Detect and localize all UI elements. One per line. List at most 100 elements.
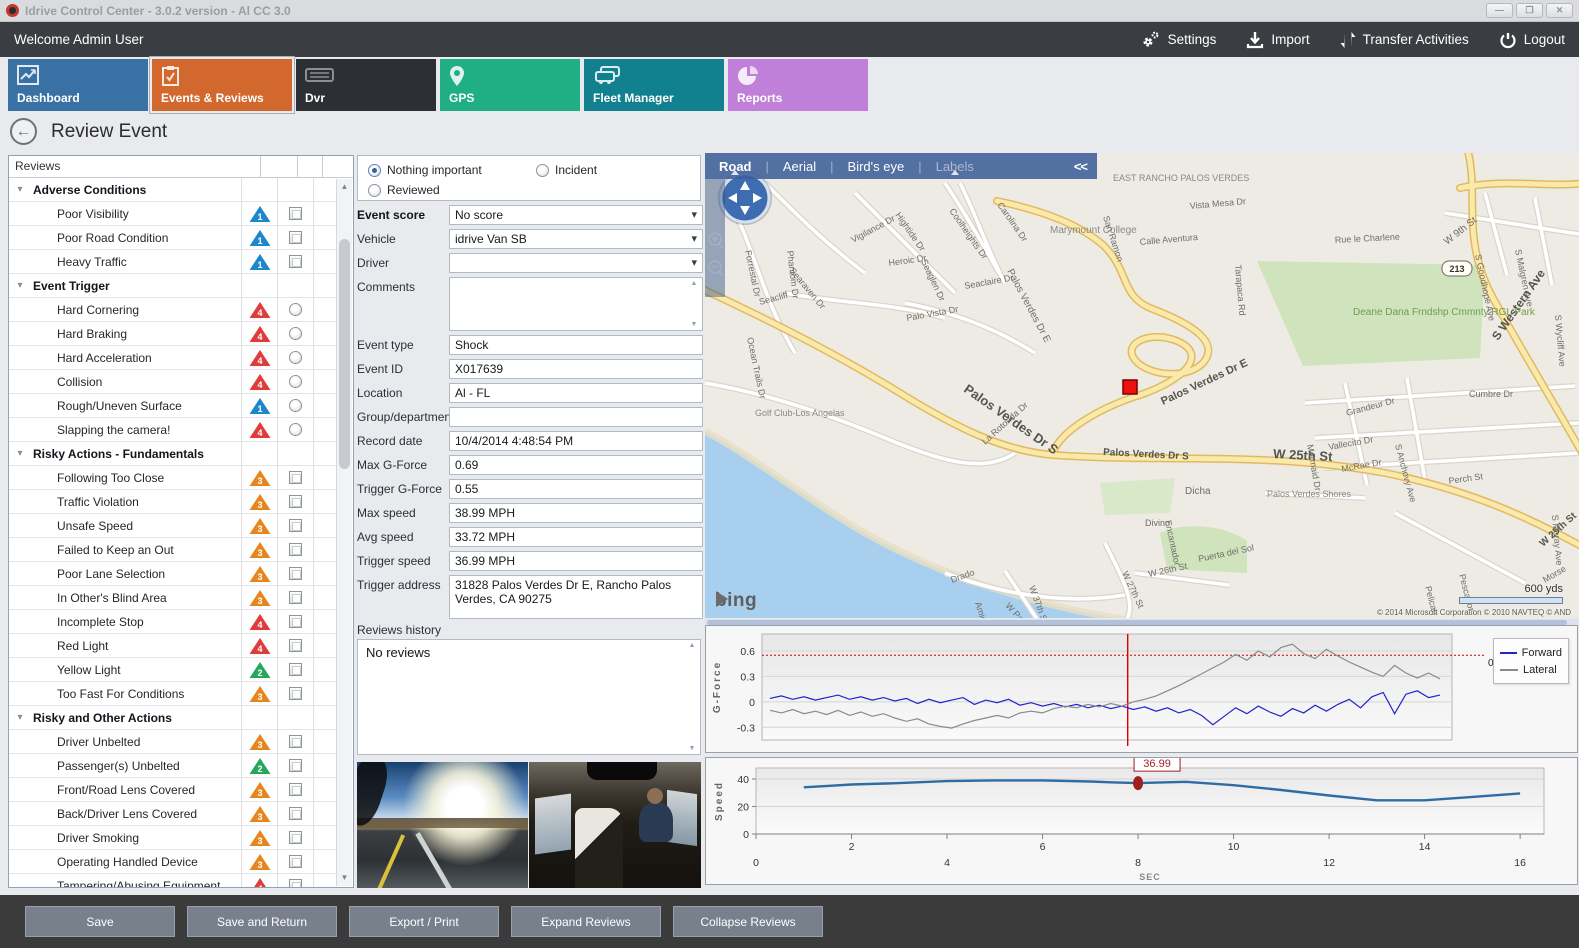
- event-score-field[interactable]: No score: [449, 205, 703, 225]
- item-checkbox[interactable]: [289, 591, 302, 604]
- item-checkbox[interactable]: [289, 543, 302, 556]
- collapse-arrow-icon[interactable]: ▾: [9, 184, 31, 195]
- map-collapse-button[interactable]: <<: [1064, 159, 1097, 174]
- tree-section-risky-actions-fundamentals[interactable]: ▾Risky Actions - Fundamentals: [9, 442, 337, 466]
- tab-reports[interactable]: Reports: [728, 59, 868, 111]
- bing-map[interactable]: EAST RANCHO PALOS VERDESMarymount Colleg…: [705, 153, 1579, 618]
- close-button[interactable]: ✕: [1546, 3, 1573, 18]
- form-row-avg-speed: Avg speed33.72 MPH: [357, 527, 703, 547]
- scroll-down-icon[interactable]: ▼: [337, 870, 352, 886]
- driver-field[interactable]: [449, 253, 703, 273]
- transfer-activities-button[interactable]: Transfer Activities: [1340, 31, 1469, 49]
- tab-dashboard[interactable]: Dashboard: [8, 59, 148, 111]
- tree-section-event-trigger[interactable]: ▾Event Trigger: [9, 274, 337, 298]
- item-radio[interactable]: [289, 303, 302, 316]
- comments-field[interactable]: ▲▼: [449, 277, 703, 331]
- back-button[interactable]: ←: [10, 118, 37, 145]
- item-checkbox[interactable]: [289, 231, 302, 244]
- svg-text:Speed: Speed: [714, 781, 725, 821]
- item-checkbox[interactable]: [289, 807, 302, 820]
- reviews-panel-header: Reviews: [9, 156, 353, 178]
- tab-events-reviews[interactable]: Events & Reviews: [152, 59, 292, 111]
- status-radio-reviewed[interactable]: Reviewed: [368, 183, 440, 197]
- maximize-button[interactable]: ❐: [1516, 3, 1543, 18]
- svg-text:1: 1: [257, 260, 262, 270]
- status-radio-incident[interactable]: Incident: [536, 163, 597, 177]
- camera-front-image[interactable]: [357, 762, 528, 888]
- item-checkbox[interactable]: [289, 519, 302, 532]
- item-checkbox[interactable]: [289, 255, 302, 268]
- item-checkbox[interactable]: [289, 687, 302, 700]
- form-row-record-date: Record date10/4/2014 4:48:54 PM: [357, 431, 703, 451]
- reviews-history-box[interactable]: No reviews ▲▼: [357, 639, 701, 755]
- logout-button[interactable]: Logout: [1499, 31, 1565, 49]
- tree-section-risky-and-other-actions[interactable]: ▾Risky and Other Actions: [9, 706, 337, 730]
- item-checkbox[interactable]: [289, 783, 302, 796]
- map-view-labels[interactable]: Labels: [922, 159, 988, 174]
- map-label: Palos Verdes Shores: [1267, 489, 1352, 499]
- item-radio[interactable]: [289, 399, 302, 412]
- item-radio[interactable]: [289, 351, 302, 364]
- import-button[interactable]: Import: [1246, 31, 1309, 49]
- trigger-address-field[interactable]: 31828 Palos Verdes Dr E, Rancho Palos Ve…: [449, 575, 703, 619]
- scroll-thumb[interactable]: [339, 239, 350, 469]
- item-radio[interactable]: [289, 327, 302, 340]
- scroll-down-icon[interactable]: ▼: [686, 745, 698, 752]
- settings-button[interactable]: Settings: [1139, 30, 1217, 50]
- event-location-marker[interactable]: [1123, 380, 1137, 394]
- svg-text:4: 4: [257, 356, 262, 366]
- svg-text:14: 14: [1419, 841, 1431, 853]
- reports-icon: [737, 65, 759, 92]
- status-radio-nothing-important[interactable]: Nothing important: [368, 163, 482, 177]
- scroll-up-icon[interactable]: ▲: [337, 179, 352, 195]
- item-checkbox[interactable]: [289, 735, 302, 748]
- tree-section-adverse-conditions[interactable]: ▾Adverse Conditions: [9, 178, 337, 202]
- collapse-reviews-button[interactable]: Collapse Reviews: [673, 906, 823, 937]
- item-checkbox[interactable]: [289, 471, 302, 484]
- map-view-road[interactable]: Road: [705, 159, 766, 174]
- form-row-event-type: Event typeShock: [357, 335, 703, 355]
- minimize-button[interactable]: —: [1486, 3, 1513, 18]
- severity-triangle-icon: 2: [248, 756, 272, 776]
- item-radio[interactable]: [289, 423, 302, 436]
- item-checkbox[interactable]: [289, 663, 302, 676]
- save-button[interactable]: Save: [25, 906, 175, 937]
- item-checkbox[interactable]: [289, 639, 302, 652]
- avg-speed-field: 33.72 MPH: [449, 527, 703, 547]
- export-print-button[interactable]: Export / Print: [349, 906, 499, 937]
- scroll-up-icon[interactable]: ▲: [686, 642, 698, 649]
- expand-reviews-button[interactable]: Expand Reviews: [511, 906, 661, 937]
- item-checkbox[interactable]: [289, 759, 302, 772]
- item-checkbox[interactable]: [289, 207, 302, 220]
- vehicle-field[interactable]: idrive Van SB: [449, 229, 703, 249]
- collapse-arrow-icon[interactable]: ▾: [9, 448, 31, 459]
- svg-text:3: 3: [257, 836, 262, 846]
- severity-triangle-icon: 1: [248, 228, 272, 248]
- map-compass-control[interactable]: [718, 171, 772, 225]
- tree-item-back-driver-lens-covered: Back/Driver Lens Covered3: [9, 802, 337, 826]
- item-checkbox[interactable]: [289, 831, 302, 844]
- camera-cabin-image[interactable]: [529, 762, 701, 888]
- severity-triangle-icon: 4: [248, 372, 272, 392]
- svg-text:16: 16: [1514, 857, 1526, 869]
- tab-fleet-manager[interactable]: Fleet Manager: [584, 59, 724, 111]
- map-canvas[interactable]: EAST RANCHO PALOS VERDESMarymount Colleg…: [705, 153, 1579, 618]
- map-view-aerial[interactable]: Aerial: [769, 159, 830, 174]
- location-field: Al - FL: [449, 383, 703, 403]
- map-view-bird-s-eye[interactable]: Bird's eye: [834, 159, 919, 174]
- collapse-arrow-icon[interactable]: ▾: [9, 712, 31, 723]
- item-checkbox[interactable]: [289, 615, 302, 628]
- item-checkbox[interactable]: [289, 495, 302, 508]
- item-radio[interactable]: [289, 375, 302, 388]
- fleet-icon: [593, 65, 623, 90]
- form-row-max-speed: Max speed38.99 MPH: [357, 503, 703, 523]
- svg-text:3: 3: [257, 788, 262, 798]
- save-and-return-button[interactable]: Save and Return: [187, 906, 337, 937]
- item-checkbox[interactable]: [289, 855, 302, 868]
- item-checkbox[interactable]: [289, 879, 302, 888]
- collapse-arrow-icon[interactable]: ▾: [9, 280, 31, 291]
- tab-gps[interactable]: GPS: [440, 59, 580, 111]
- tab-dvr[interactable]: Dvr: [296, 59, 436, 111]
- reviews-scrollbar[interactable]: ▲ ▼: [336, 179, 352, 886]
- item-checkbox[interactable]: [289, 567, 302, 580]
